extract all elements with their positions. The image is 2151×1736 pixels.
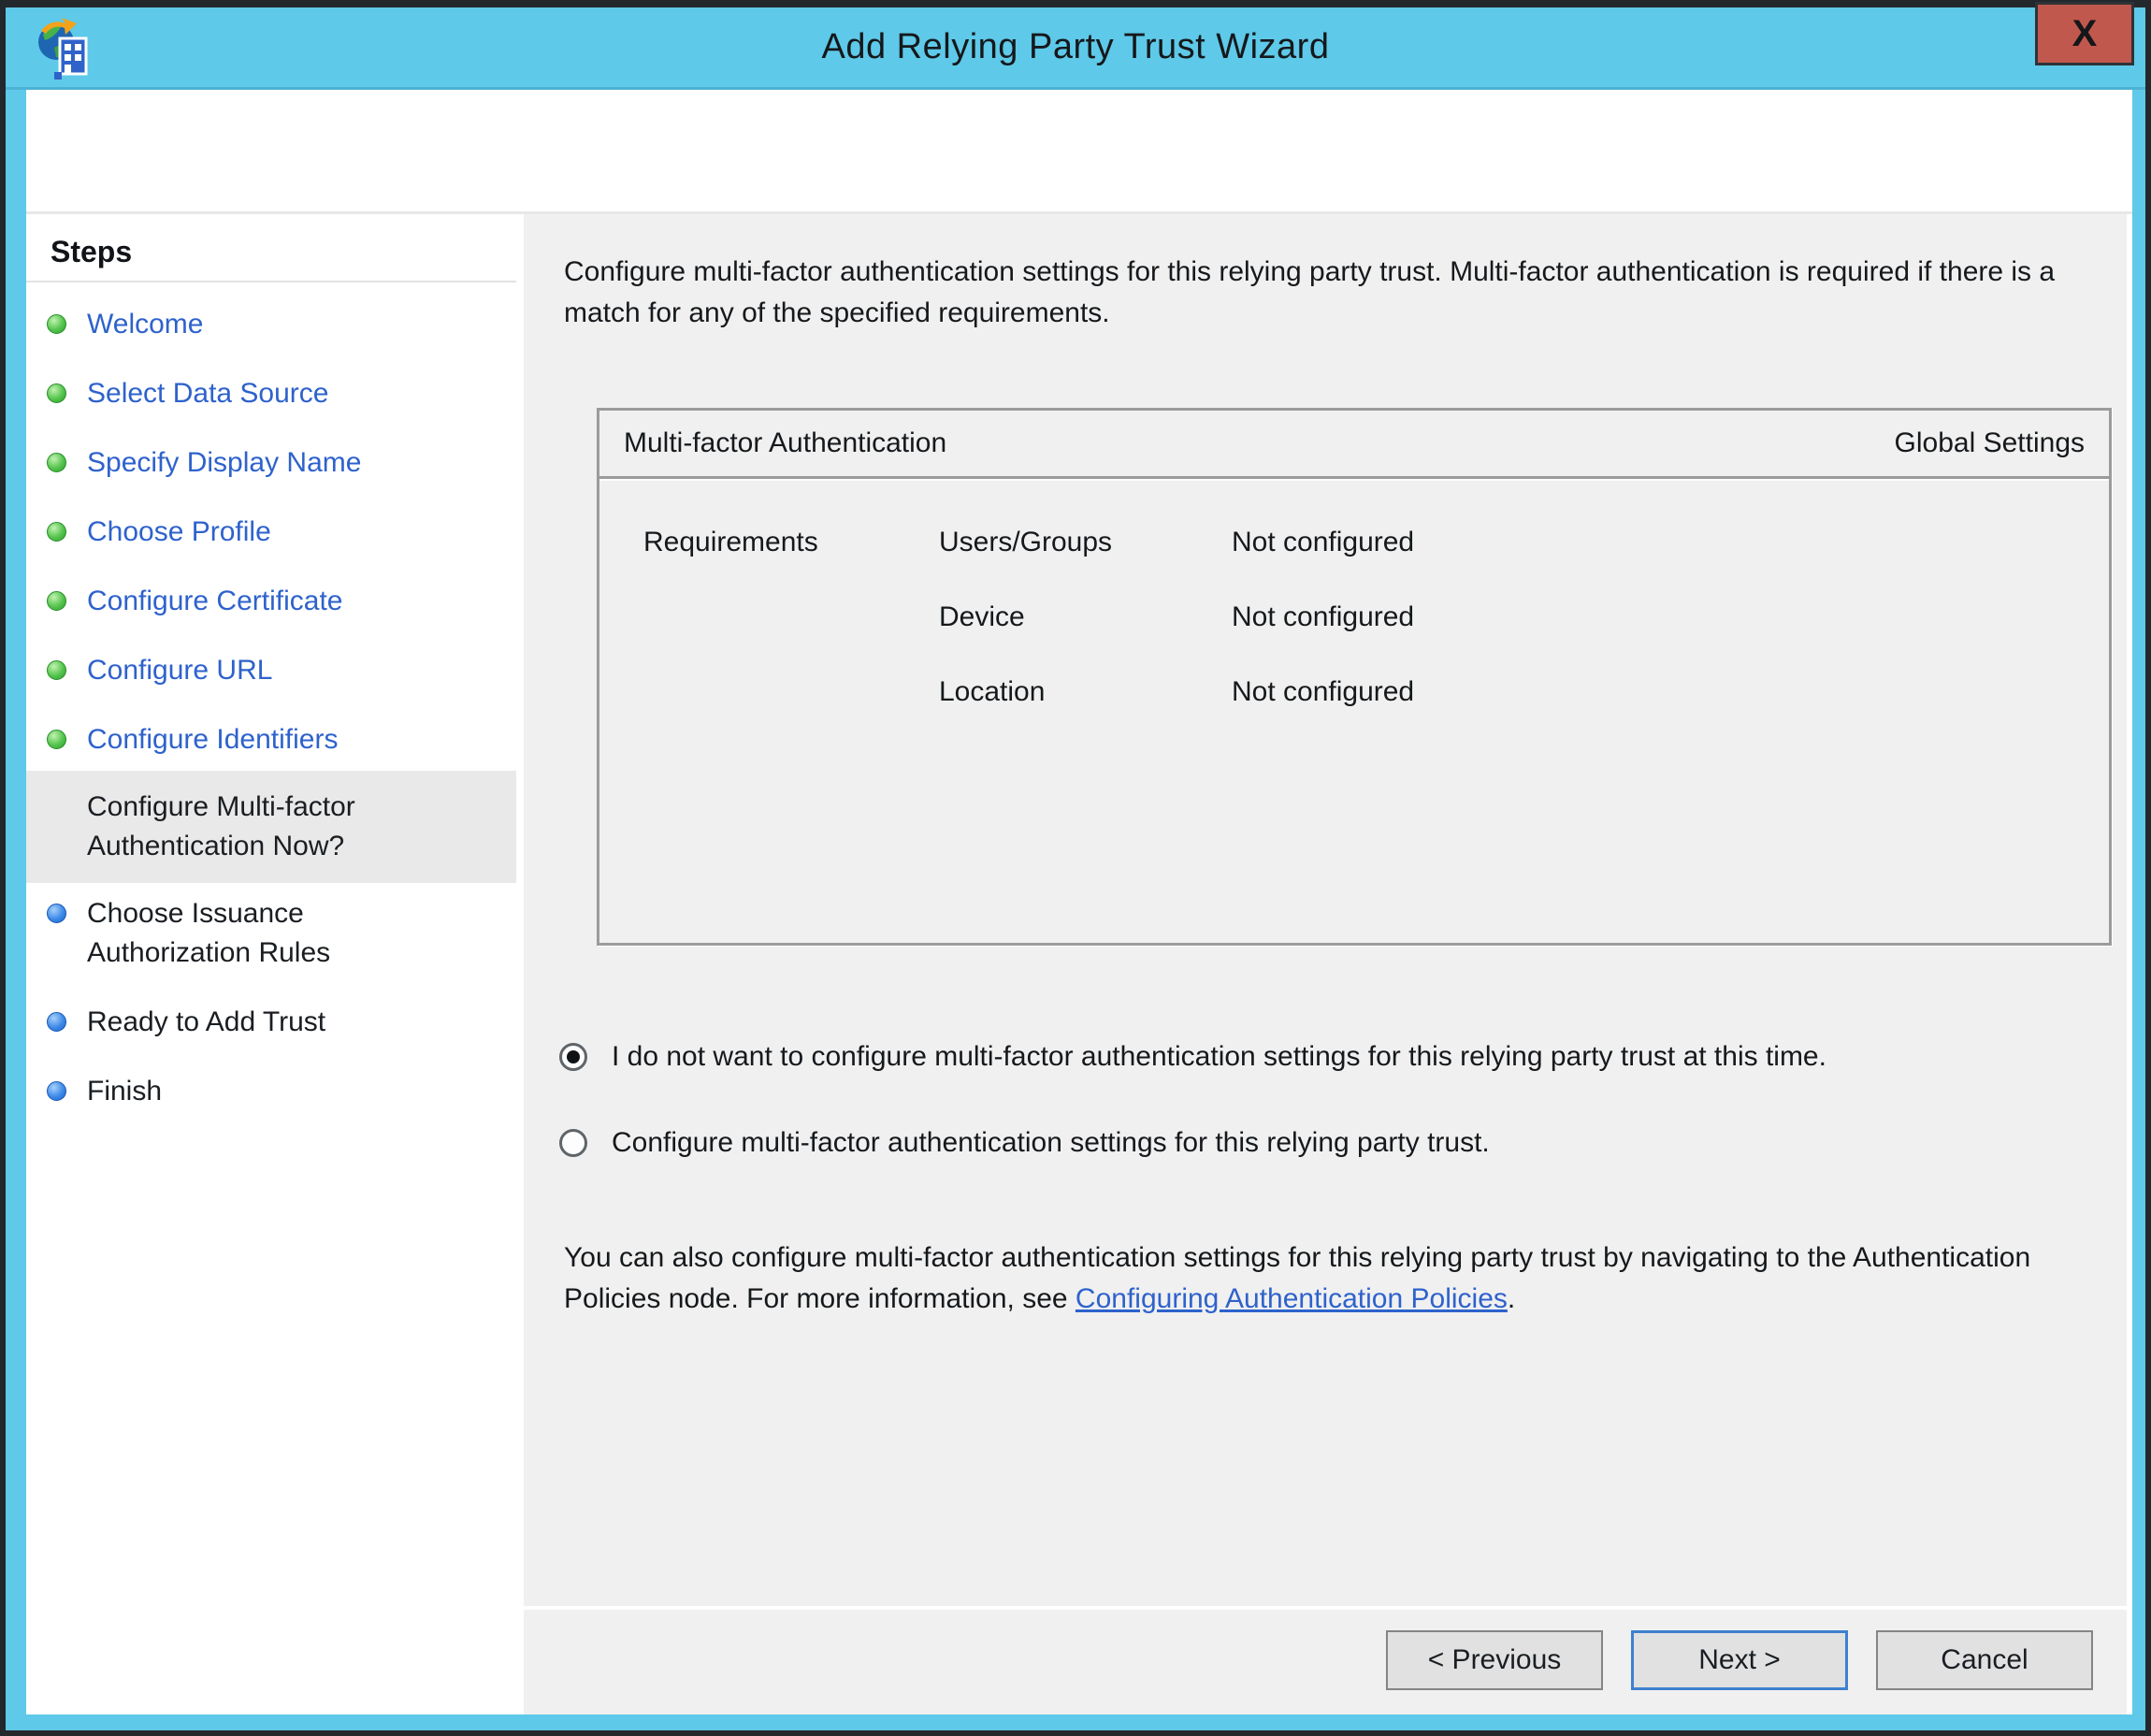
table-row: Location Not configured [599, 655, 2109, 730]
step-done-bullet-icon [47, 730, 66, 749]
configuring-authentication-policies-link[interactable]: Configuring Authentication Policies [1076, 1283, 1508, 1314]
steps-sidebar: Steps Welcome Select Data Source Specify… [26, 214, 516, 1714]
step-done-bullet-icon [47, 797, 66, 817]
wizard-header-band [26, 90, 2132, 214]
step-choose-issuance-authorization-rules: Choose Issuance Authorization Rules [26, 892, 516, 975]
step-done-bullet-icon [47, 383, 66, 403]
step-welcome: Welcome [26, 303, 516, 346]
step-upcoming-bullet-icon [47, 904, 66, 923]
step-done-bullet-icon [47, 591, 66, 611]
footer-button-bar: < Previous Next > Cancel [524, 1606, 2127, 1714]
mfa-table-header: Multi-factor Authentication Global Setti… [599, 411, 2109, 479]
content-area: Configure multi-factor authentication se… [524, 214, 2127, 1606]
step-upcoming-bullet-icon [47, 1012, 66, 1032]
footer-note: You can also configure multi-factor auth… [564, 1237, 2112, 1320]
step-done-bullet-icon [47, 453, 66, 472]
step-ready-to-add-trust: Ready to Add Trust [26, 1001, 516, 1044]
titlebar: Add Relying Party Trust Wizard X [6, 7, 2145, 90]
step-configure-certificate: Configure Certificate [26, 580, 516, 623]
window-title: Add Relying Party Trust Wizard [6, 27, 2145, 67]
steps-heading: Steps [26, 227, 516, 282]
cancel-button[interactable]: Cancel [1876, 1630, 2093, 1690]
step-configure-url: Configure URL [26, 649, 516, 692]
step-upcoming-bullet-icon [47, 1081, 66, 1101]
step-configure-identifiers: Configure Identifiers [26, 718, 516, 761]
table-row: Requirements Users/Groups Not configured [599, 505, 2109, 580]
radio-configure-mfa[interactable]: Configure multi-factor authentication se… [559, 1121, 1490, 1165]
wizard-body: Steps Welcome Select Data Source Specify… [26, 90, 2132, 1714]
mfa-table-body: Requirements Users/Groups Not configured… [599, 479, 2109, 940]
step-choose-profile: Choose Profile [26, 511, 516, 554]
window-frame: Add Relying Party Trust Wizard X Steps W… [6, 7, 2145, 1730]
step-finish: Finish [26, 1070, 516, 1113]
global-settings-label: Global Settings [1895, 427, 2085, 459]
radio-selected-icon[interactable] [559, 1043, 587, 1071]
mfa-table-title: Multi-factor Authentication [624, 427, 946, 459]
step-select-data-source: Select Data Source [26, 372, 516, 415]
radio-unselected-icon[interactable] [559, 1129, 587, 1157]
steps-list: Welcome Select Data Source Specify Displ… [26, 303, 516, 1113]
mfa-settings-table: Multi-factor Authentication Global Setti… [597, 408, 2112, 946]
previous-button[interactable]: < Previous [1386, 1630, 1603, 1690]
step-done-bullet-icon [47, 314, 66, 334]
next-button[interactable]: Next > [1631, 1630, 1848, 1690]
step-done-bullet-icon [47, 522, 66, 542]
step-done-bullet-icon [47, 660, 66, 680]
step-configure-multi-factor-authentication: Configure Multi-factor Authentication No… [26, 771, 516, 883]
close-button[interactable]: X [2035, 2, 2134, 65]
radio-do-not-configure-mfa[interactable]: I do not want to configure multi-factor … [559, 1035, 1826, 1078]
table-row: Device Not configured [599, 580, 2109, 655]
step-specify-display-name: Specify Display Name [26, 441, 516, 485]
intro-text: Configure multi-factor authentication se… [564, 252, 2128, 334]
wizard-window: Add Relying Party Trust Wizard X Steps W… [0, 0, 2151, 1736]
